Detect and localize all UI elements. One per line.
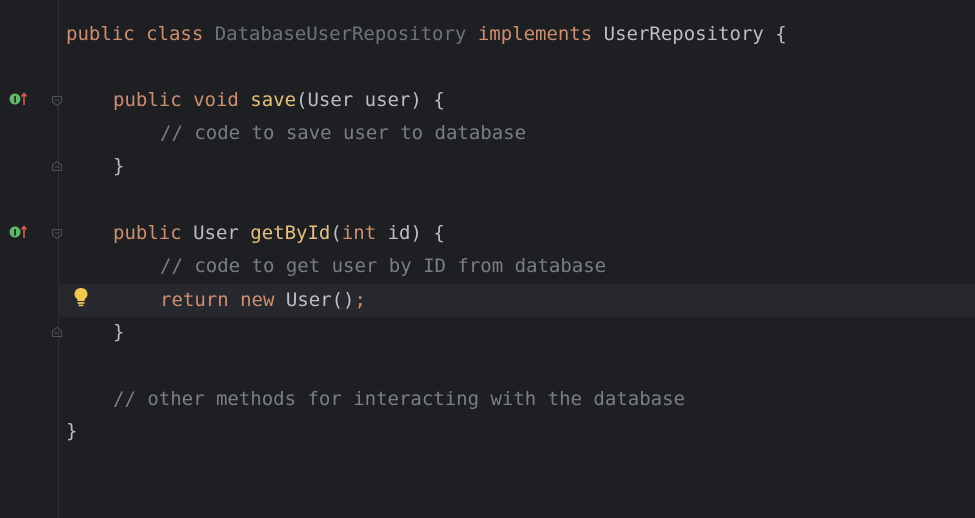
gutter-divider	[58, 0, 59, 518]
fold-marker-icon[interactable]	[51, 95, 63, 107]
code-line-getbyid-comment[interactable]: // code to get user by ID from database	[160, 250, 606, 283]
lightbulb-icon[interactable]	[73, 287, 89, 307]
implements-method-icon[interactable]: I	[9, 225, 29, 239]
code-editor[interactable]: I I public class DatabaseUserRepository …	[0, 0, 975, 518]
code-token: // code to save user to database	[160, 122, 527, 144]
code-token: }	[113, 321, 125, 343]
code-token: UserRepository	[603, 23, 764, 45]
code-token: id) {	[376, 222, 445, 244]
code-token: User	[193, 222, 251, 244]
fold-marker-icon[interactable]	[51, 160, 63, 172]
code-line-save-close[interactable]: }	[113, 150, 124, 183]
code-token: User()	[285, 289, 355, 311]
svg-text:I: I	[13, 96, 16, 106]
code-line-other-methods-comment[interactable]: // other methods for interacting with th…	[113, 383, 685, 416]
code-token: (User user) {	[296, 89, 445, 111]
code-line-return[interactable]: return new User();	[160, 284, 366, 317]
code-line-save-comment[interactable]: // code to save user to database	[160, 117, 526, 150]
editor-gutter	[0, 0, 58, 518]
code-token: ;	[354, 289, 366, 311]
code-token: public class	[66, 23, 215, 45]
code-token: public void	[113, 89, 251, 111]
code-line-getbyid-close[interactable]: }	[113, 316, 124, 349]
fold-marker-icon[interactable]	[51, 326, 63, 338]
code-token: getById	[250, 222, 331, 244]
code-token: DatabaseUserRepository	[214, 23, 467, 45]
code-token: implements	[466, 23, 604, 45]
code-token: (	[330, 222, 342, 244]
code-line-getbyid-signature[interactable]: public User getById(int id) {	[113, 217, 445, 250]
implements-method-icon[interactable]: I	[9, 92, 29, 106]
code-token: {	[763, 23, 787, 45]
code-token: save	[250, 89, 297, 111]
fold-marker-icon[interactable]	[51, 228, 63, 240]
svg-text:I: I	[13, 229, 16, 239]
code-token: int	[341, 222, 377, 244]
code-line-save-signature[interactable]: public void save(User user) {	[113, 84, 445, 117]
code-token: public	[113, 222, 194, 244]
code-line-class-declaration[interactable]: public class DatabaseUserRepository impl…	[66, 18, 787, 51]
code-token: // code to get user by ID from database	[160, 255, 607, 277]
code-token: }	[66, 420, 78, 442]
code-token: // other methods for interacting with th…	[113, 388, 685, 410]
code-token: return new	[160, 289, 286, 311]
code-line-class-close[interactable]: }	[66, 415, 77, 448]
code-token: }	[113, 155, 125, 177]
